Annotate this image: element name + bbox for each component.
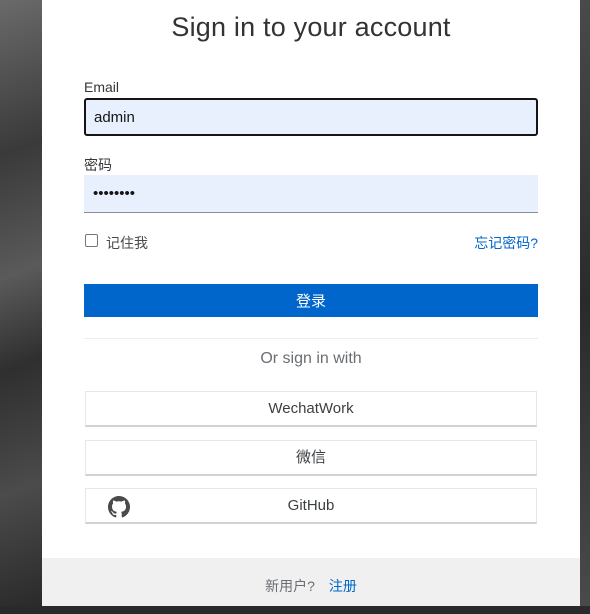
- background-right: [580, 0, 590, 606]
- divider: [84, 338, 538, 339]
- email-label: Email: [84, 79, 120, 95]
- github-icon: [108, 496, 130, 518]
- remember-me-label: 记住我: [106, 235, 148, 251]
- github-login-button[interactable]: GitHub: [85, 488, 537, 524]
- login-card: Sign in to your account Email 密码 记住我 忘记密…: [42, 0, 580, 606]
- password-label: 密码: [84, 157, 112, 173]
- forgot-password-link[interactable]: 忘记密码?: [474, 233, 538, 253]
- new-user-text: 新用户?: [265, 578, 315, 594]
- wechat-login-button[interactable]: 微信: [85, 440, 537, 476]
- register-link[interactable]: 注册: [329, 578, 357, 594]
- wechatwork-label: WechatWork: [268, 400, 354, 417]
- background-left: [0, 0, 42, 606]
- github-label: GitHub: [287, 497, 335, 514]
- footer: 新用户? 注册: [42, 558, 580, 606]
- email-field[interactable]: [84, 98, 538, 136]
- wechat-label: 微信: [295, 449, 326, 466]
- social-login-title: Or sign in with: [260, 350, 362, 367]
- page-title: Sign in to your account: [171, 12, 451, 42]
- password-field[interactable]: [84, 175, 538, 213]
- wechatwork-login-button[interactable]: WechatWork: [85, 391, 537, 427]
- remember-me-checkbox[interactable]: [85, 234, 98, 247]
- login-button[interactable]: 登录: [84, 284, 538, 317]
